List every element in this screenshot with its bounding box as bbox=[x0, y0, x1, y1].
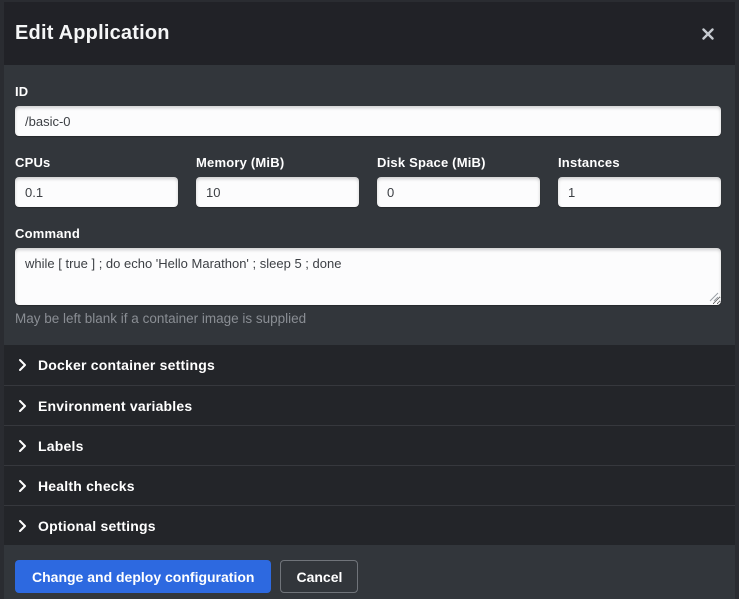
disk-input[interactable] bbox=[377, 177, 540, 207]
command-textarea-wrap: while [ true ] ; do echo 'Hello Marathon… bbox=[15, 248, 721, 305]
close-icon bbox=[702, 28, 714, 40]
chevron-right-icon bbox=[18, 399, 27, 413]
cpus-input[interactable] bbox=[15, 177, 178, 207]
command-input[interactable]: while [ true ] ; do echo 'Hello Marathon… bbox=[15, 248, 721, 305]
cpus-field-group: CPUs bbox=[15, 155, 178, 207]
modal-body: ID CPUs Memory (MiB) Disk Space (MiB) In bbox=[4, 65, 735, 345]
chevron-right-icon bbox=[18, 358, 27, 372]
modal-title: Edit Application bbox=[15, 22, 170, 45]
close-button[interactable] bbox=[697, 23, 719, 45]
section-health-checks[interactable]: Health checks bbox=[4, 465, 735, 505]
chevron-right-icon bbox=[18, 519, 27, 533]
resources-row: CPUs Memory (MiB) Disk Space (MiB) Insta… bbox=[15, 155, 721, 207]
command-label: Command bbox=[15, 226, 721, 241]
section-label: Docker container settings bbox=[38, 357, 215, 373]
disk-field-group: Disk Space (MiB) bbox=[377, 155, 540, 207]
modal-backdrop: Edit Application ID CPUs Memory (MiB) bbox=[0, 0, 739, 599]
section-label: Labels bbox=[38, 438, 84, 454]
disk-label: Disk Space (MiB) bbox=[377, 155, 540, 170]
cancel-button[interactable]: Cancel bbox=[280, 560, 358, 593]
cpus-label: CPUs bbox=[15, 155, 178, 170]
id-input[interactable] bbox=[15, 106, 721, 136]
command-help-text: May be left blank if a container image i… bbox=[15, 311, 721, 326]
section-labels[interactable]: Labels bbox=[4, 425, 735, 465]
collapsible-sections: Docker container settings Environment va… bbox=[4, 345, 735, 545]
memory-label: Memory (MiB) bbox=[196, 155, 359, 170]
memory-field-group: Memory (MiB) bbox=[196, 155, 359, 207]
section-label: Environment variables bbox=[38, 398, 192, 414]
chevron-right-icon bbox=[18, 479, 27, 493]
chevron-right-icon bbox=[18, 439, 27, 453]
edit-application-modal: Edit Application ID CPUs Memory (MiB) bbox=[4, 2, 735, 599]
modal-footer: Change and deploy configuration Cancel bbox=[4, 545, 735, 599]
id-field-group: ID bbox=[15, 84, 721, 136]
instances-label: Instances bbox=[558, 155, 721, 170]
section-optional-settings[interactable]: Optional settings bbox=[4, 505, 735, 545]
modal-header: Edit Application bbox=[4, 2, 735, 65]
section-docker-container-settings[interactable]: Docker container settings bbox=[4, 345, 735, 385]
change-and-deploy-button[interactable]: Change and deploy configuration bbox=[15, 560, 271, 593]
command-field-group: Command while [ true ] ; do echo 'Hello … bbox=[15, 226, 721, 326]
instances-input[interactable] bbox=[558, 177, 721, 207]
memory-input[interactable] bbox=[196, 177, 359, 207]
instances-field-group: Instances bbox=[558, 155, 721, 207]
id-label: ID bbox=[15, 84, 721, 99]
section-label: Optional settings bbox=[38, 518, 156, 534]
section-label: Health checks bbox=[38, 478, 135, 494]
section-environment-variables[interactable]: Environment variables bbox=[4, 385, 735, 425]
